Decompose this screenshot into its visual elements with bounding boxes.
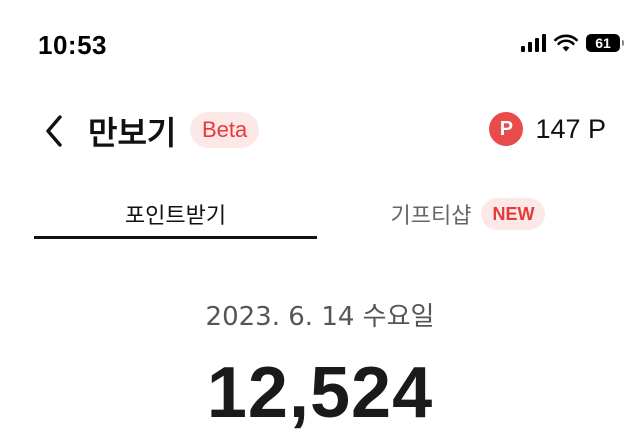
tab-label: 포인트받기 — [124, 204, 227, 229]
point-icon: P — [489, 112, 524, 146]
status-time: 10:53 — [38, 30, 107, 60]
tab-label: 기프티샵 — [390, 204, 472, 229]
battery-level: 61 — [595, 35, 611, 51]
points-balance-button[interactable]: P 147 P — [489, 112, 606, 146]
chevron-left-icon — [46, 115, 62, 147]
new-badge: NEW — [481, 198, 546, 230]
status-icons: 61 — [521, 34, 624, 52]
active-tab-indicator — [34, 236, 317, 239]
tab-earn-points[interactable]: 포인트받기 — [34, 190, 317, 238]
battery-icon: 61 — [586, 34, 624, 52]
points-value: 147 P — [535, 113, 606, 144]
wifi-icon — [554, 34, 578, 52]
tab-gift-shop[interactable]: 기프티샵 NEW — [330, 190, 606, 238]
back-button[interactable] — [40, 113, 70, 149]
pedometer-screen: 10:53 61 만보기 Beta P 147 P 포인트받기 기프티샵 NEW… — [0, 0, 640, 440]
beta-badge: Beta — [190, 112, 260, 148]
step-count: 12,524 — [206, 353, 434, 433]
date-label: 2023. 6. 14 수요일 — [205, 302, 435, 332]
cellular-signal-icon — [521, 34, 546, 52]
page-title: 만보기 — [88, 114, 177, 152]
